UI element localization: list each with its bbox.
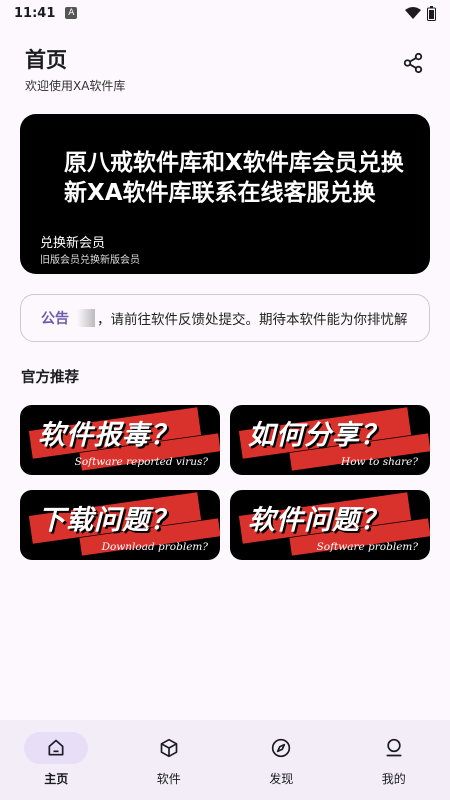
status-time: 11:41 <box>14 5 56 21</box>
share-button[interactable] <box>400 50 426 76</box>
banner-headline: 原八戒软件库和X软件库会员兑换新XA软件库联系在线客服兑换 <box>64 150 404 206</box>
promo-banner[interactable]: 原八戒软件库和X软件库会员兑换新XA软件库联系在线客服兑换 兑换新会员 旧版会员… <box>20 114 430 274</box>
card-download-problem[interactable]: 下载问题？ Download problem? <box>20 490 220 560</box>
card-title: 下载问题？ <box>38 505 178 536</box>
scroll-fade <box>77 309 95 327</box>
nav-item-home[interactable]: 主页 <box>0 720 113 800</box>
page-header: 首页 欢迎使用XA软件库 <box>25 44 125 94</box>
battery-icon <box>427 5 436 21</box>
notification-icon: A <box>65 7 78 19</box>
nav-item-software[interactable]: 软件 <box>113 720 226 800</box>
card-subtitle: Download problem? <box>101 541 208 553</box>
page-title: 首页 <box>25 48 67 72</box>
banner-title: 兑换新会员 <box>40 236 106 251</box>
wifi-icon <box>405 6 421 19</box>
announcement-bar[interactable]: 公告 ，请前往软件反馈处提交。期待本软件能为你排忧解 <box>20 294 430 342</box>
page-subtitle: 欢迎使用XA软件库 <box>25 79 126 93</box>
nav-label: 发现 <box>269 772 294 786</box>
banner-subtitle: 旧版会员兑换新版会员 <box>40 255 140 266</box>
section-title: 官方推荐 <box>21 370 79 386</box>
announcement-label: 公告 <box>41 311 69 327</box>
card-subtitle: Software problem? <box>316 541 418 553</box>
card-how-to-share[interactable]: 如何分享？ How to share? <box>230 405 430 475</box>
card-subtitle: How to share? <box>341 456 418 468</box>
package-icon <box>160 738 178 758</box>
home-icon <box>48 739 64 756</box>
nav-item-mine[interactable]: 我的 <box>338 720 450 800</box>
nav-item-discover[interactable]: 发现 <box>225 720 338 800</box>
card-subtitle: Software reported virus? <box>74 456 208 468</box>
card-software-virus[interactable]: 软件报毒？ Software reported virus? <box>20 405 220 475</box>
bottom-navigation: 主页 软件 发现 我的 <box>0 720 450 800</box>
nav-label: 软件 <box>156 772 181 786</box>
announcement-text: ，请前往软件反馈处提交。期待本软件能为你排忧解 <box>97 312 408 328</box>
card-title: 软件报毒？ <box>38 420 178 451</box>
card-title: 软件问题？ <box>248 505 388 536</box>
compass-icon <box>272 738 291 758</box>
card-title: 如何分享？ <box>248 420 388 451</box>
card-software-problem[interactable]: 软件问题？ Software problem? <box>230 490 430 560</box>
nav-label: 我的 <box>381 772 406 786</box>
share-icon <box>403 52 423 74</box>
person-icon <box>386 738 402 757</box>
nav-label: 主页 <box>44 772 69 786</box>
nav-active-indicator <box>24 732 89 764</box>
status-bar: 11:41 A <box>0 0 450 26</box>
